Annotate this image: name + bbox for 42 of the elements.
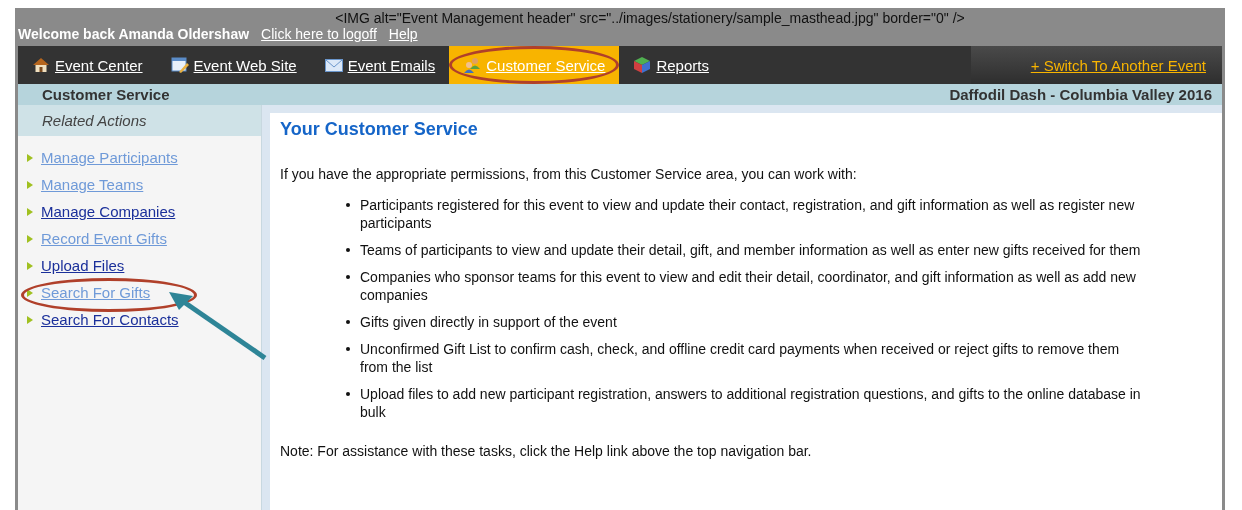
sidebar-title: Related Actions xyxy=(18,105,261,136)
nav-tab[interactable]: Event Center xyxy=(18,46,157,84)
bullet-icon xyxy=(346,347,350,351)
bullet-text: Gifts given directly in support of the event xyxy=(360,313,617,331)
nav-tab[interactable]: Reports xyxy=(619,46,723,84)
masthead-code-text: <IMG alt="Event Management header" src="../images/stationery/sample_masthead.jpg" border="0" /> xyxy=(334,9,966,26)
bullet-text: Teams of participants to view and update their detail, gift, and member information as well as enter new gifts received for them xyxy=(360,241,1141,259)
bullet-text: Companies who sponsor teams for this event to view and edit their detail, coordinator, and gift information as well as add new companies xyxy=(360,268,1137,304)
bullet-icon xyxy=(346,203,350,207)
note-text: Note: For assistance with these tasks, click the Help link above the top navigation bar. xyxy=(280,443,813,459)
sidebar-link[interactable]: Manage Companies xyxy=(41,203,176,220)
intro-text: If you have the appropriate permissions, from this Customer Service area, you can work with: xyxy=(280,166,858,182)
bullet-text: Unconfirmed Gift List to confirm cash, check, and offline credit card payments when received or reject gifts to remove them from the list xyxy=(360,340,1121,376)
sidebar-link[interactable]: Search For Contacts xyxy=(41,311,179,328)
header-link[interactable]: Help xyxy=(388,26,418,42)
nav-tab[interactable]: Event Emails xyxy=(310,46,450,84)
bullet-icon xyxy=(346,320,350,324)
section-title: Customer Service xyxy=(42,86,170,103)
page-pencil-icon xyxy=(170,56,189,74)
welcome-text: Welcome back Amanda Oldershaw xyxy=(18,26,250,42)
triangle-bullet-icon xyxy=(27,288,33,297)
triangle-bullet-icon xyxy=(27,261,33,270)
triangle-bullet-icon xyxy=(27,180,33,189)
envelope-icon xyxy=(324,58,343,72)
content-title: Your Customer Service xyxy=(280,119,479,140)
triangle-bullet-icon xyxy=(27,153,33,162)
event-name: Daffodil Dash - Columbia Valley 2016 xyxy=(949,86,1212,103)
bullet-icon xyxy=(346,392,350,396)
bullet-text: Upload files to add new participant registration, answers to additional registration questions, and gifts to the online database in bulk xyxy=(360,385,1142,421)
header-link[interactable]: Click here to logoff xyxy=(261,26,377,42)
triangle-bullet-icon xyxy=(27,315,33,324)
people-icon xyxy=(463,56,482,74)
nav-tab[interactable]: Event Web Site xyxy=(156,46,311,84)
switch-event-link[interactable]: + Switch To Another Event xyxy=(970,46,1222,84)
cube-icon xyxy=(633,56,652,74)
bullet-icon xyxy=(346,248,350,252)
triangle-bullet-icon xyxy=(27,207,33,216)
bullet-text: Participants registered for this event to view and update their contact, registration, and gift information as well as register new participants xyxy=(360,196,1136,232)
triangle-bullet-icon xyxy=(27,234,33,243)
house-icon xyxy=(32,57,50,73)
bullet-icon xyxy=(346,275,350,279)
sidebar-link[interactable]: Upload Files xyxy=(41,257,125,274)
